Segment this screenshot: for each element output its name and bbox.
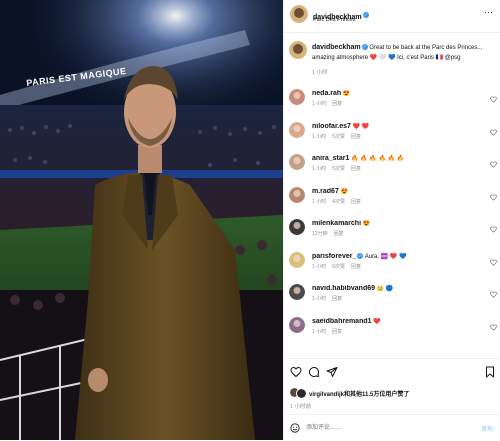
heart-icon[interactable] (490, 324, 497, 331)
comment-row: anira_star1 🔥 🔥 🔥 🔥 🔥 🔥 1 小时 5次赞 回复 (284, 151, 500, 181)
comment-row: saeidbahremand1 ❤️ 1 小时 回复 (284, 314, 500, 344)
liker-avatar (296, 388, 307, 399)
comment-time: 1 小时 (312, 328, 327, 335)
comment-avatar[interactable] (289, 121, 305, 138)
comment-input[interactable] (306, 421, 456, 434)
comment-text: Aura. ♾️ ❤️ 💙 (364, 253, 407, 260)
reply-button[interactable]: 回复 (351, 264, 361, 270)
comment-text: 🔥 🔥 🔥 🔥 🔥 🔥 (351, 156, 405, 162)
caption-username[interactable]: davidbeckham (312, 44, 361, 51)
heart-icon[interactable] (490, 291, 497, 298)
reply-button[interactable]: 回复 (332, 296, 342, 302)
comment-text: 😍 (342, 91, 351, 97)
comment-row: neda.rah 😍 1 小时 回复 (284, 86, 500, 116)
reply-button[interactable]: 回复 (332, 101, 342, 107)
comment-avatar[interactable] (289, 89, 305, 105)
comment-likes[interactable]: 4次赞 (332, 199, 345, 205)
heart-icon[interactable] (490, 194, 497, 201)
post-header: davidbeckham ✓ Parc Des Princes ··· (284, 0, 500, 33)
comment-avatar[interactable] (289, 186, 305, 203)
reply-button[interactable]: 回复 (351, 134, 361, 140)
caption-text-1: Great to be back at the Parc des Princes… (369, 45, 483, 51)
post-comment-button[interactable]: 发布 (481, 424, 493, 433)
comment-avatar[interactable] (289, 219, 305, 235)
comment-text: ❤️ (373, 318, 381, 325)
comment-time: 1 小时 (312, 101, 327, 107)
comment-avatar[interactable] (289, 284, 305, 300)
comment-likes[interactable]: 5次赞 (332, 166, 345, 172)
comment-time: 12分钟 (312, 231, 328, 237)
bookmark-icon[interactable] (484, 366, 496, 378)
comment-row: m.rad67 😍 1 小时 4次赞 回复 (284, 184, 500, 214)
comment-likes[interactable]: 5次赞 (332, 134, 345, 140)
comment-time: 1 小时 (312, 263, 327, 270)
avatar[interactable] (290, 5, 308, 23)
add-comment-bar: 发布 (284, 414, 500, 441)
comment-username[interactable]: neda.rah (312, 90, 341, 97)
post-photo[interactable]: PARIS EST MAGIQUE (0, 0, 283, 440)
verified-icon: ✓ (361, 44, 368, 51)
caption-text-2: amazing atmosphere ❤️ 🤍 💙 Ici, c'est Par… (312, 55, 461, 61)
caption: davidbeckham ✓ Great to be back at the Pa… (284, 38, 500, 78)
liked-by[interactable]: virgilvandijk和其他11.5万位用户赞了 (309, 389, 409, 398)
comment-username[interactable]: saeidbahremand1 (312, 318, 372, 325)
comment-username[interactable]: parisforever_ (312, 253, 356, 260)
more-icon[interactable]: ··· (484, 7, 493, 17)
comment-text: 😍 (362, 221, 371, 227)
comment-row: niloofar.es7 ❤️ ❤️ 1 小时 5次赞 回复 (284, 119, 500, 149)
comment-username[interactable]: anira_star1 (312, 155, 349, 162)
comment-time: 1 小时 (312, 198, 327, 205)
comment-time: 1 小时 (312, 166, 327, 172)
comment-time: 1 小时 (312, 296, 327, 302)
reply-button[interactable]: 回复 (351, 166, 361, 172)
heart-icon[interactable] (490, 96, 497, 103)
heart-icon[interactable] (490, 226, 497, 233)
comment-username[interactable]: m.rad67 (312, 188, 339, 195)
comment-avatar[interactable] (289, 316, 305, 333)
comment-row: navid.habibvand69 👑 🔵 1 小时 回复 (284, 281, 500, 311)
post-panel: davidbeckham ✓ Parc Des Princes ··· david… (283, 0, 500, 440)
heart-icon[interactable] (290, 366, 302, 378)
verified-icon: ✓ (357, 252, 364, 259)
heart-icon[interactable] (490, 161, 497, 168)
reply-button[interactable]: 回复 (351, 199, 361, 205)
comment-username[interactable]: niloofar.es7 (312, 123, 351, 130)
reply-button[interactable]: 回复 (334, 231, 344, 237)
comment-text: ❤️ ❤️ (352, 123, 370, 130)
comment-avatar[interactable] (289, 251, 305, 268)
post-location[interactable]: Parc Des Princes (313, 17, 356, 23)
comment-time: 1 小时 (312, 133, 327, 140)
comment-row: parisforever_ ✓ Aura. ♾️ ❤️ 💙 1 小时 9次赞 回复 (284, 249, 500, 279)
caption-avatar[interactable] (289, 41, 307, 59)
comment-icon[interactable] (308, 366, 320, 378)
caption-time: 1 小时 (312, 70, 328, 76)
heart-icon[interactable] (490, 259, 497, 266)
comment-likes[interactable]: 9次赞 (332, 264, 345, 270)
post-time: 1 小时前 (290, 404, 312, 410)
comment-username[interactable]: navid.habibvand69 (312, 285, 375, 292)
share-icon[interactable] (326, 366, 338, 378)
emoji-icon[interactable] (290, 423, 300, 433)
comment-text: 👑 🔵 (376, 286, 394, 292)
comment-text: 😍 (340, 188, 349, 195)
heart-icon[interactable] (490, 129, 497, 136)
comment-username[interactable]: milenkamarchi (312, 220, 361, 227)
reply-button[interactable]: 回复 (332, 329, 342, 335)
comment-avatar[interactable] (289, 154, 305, 170)
verified-icon: ✓ (362, 11, 369, 18)
comment-row: milenkamarchi 😍 12分钟 回复 (284, 216, 500, 246)
